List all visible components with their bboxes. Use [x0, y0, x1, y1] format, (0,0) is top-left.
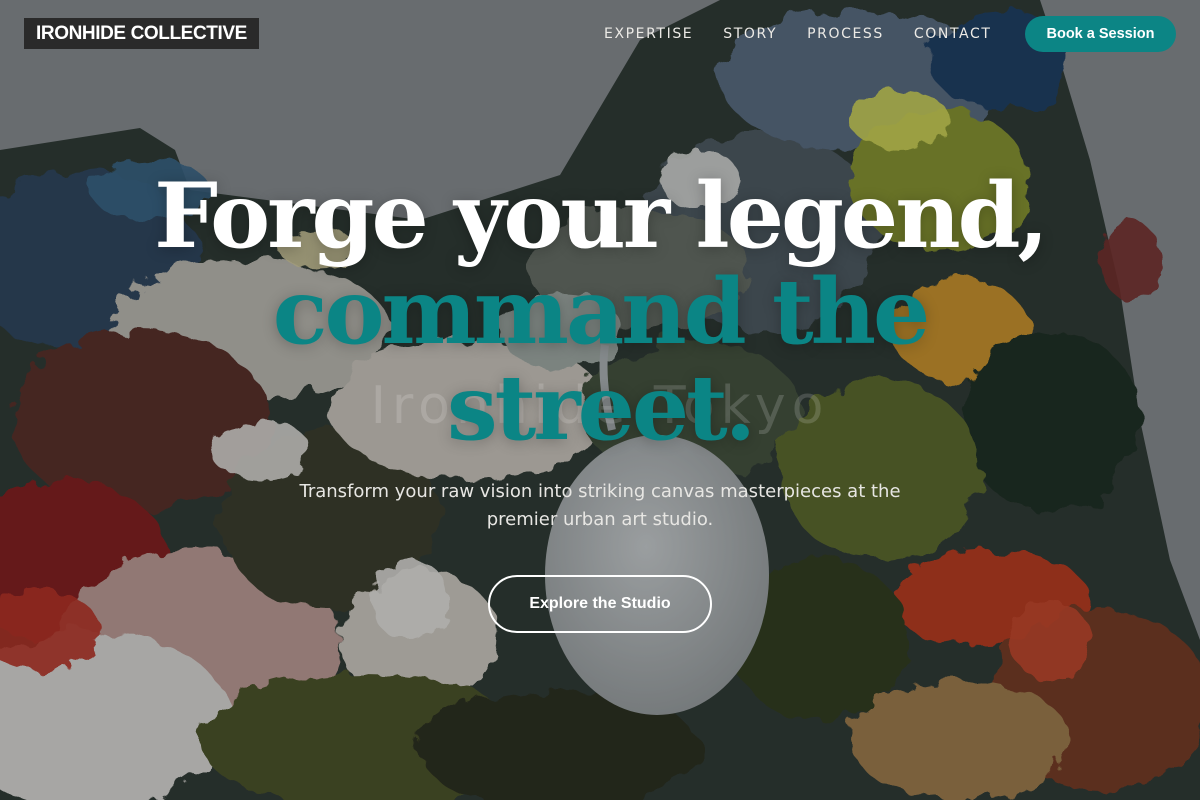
nav-link-process[interactable]: PROCESS	[807, 24, 884, 44]
nav-link-story[interactable]: STORY	[723, 24, 777, 44]
top-navigation: IRONHIDE COLLECTIVE EXPERTISE STORY PROC…	[0, 0, 1200, 68]
hero-headline: Forge your legend, command the street.	[0, 168, 1200, 456]
headline-line-1: Forge your legend,	[154, 163, 1049, 269]
brand-logo[interactable]: IRONHIDE COLLECTIVE	[24, 18, 259, 49]
book-session-button[interactable]: Book a Session	[1025, 16, 1176, 52]
hero-subtitle: Transform your raw vision into striking …	[299, 481, 901, 530]
headline-line-3: street.	[446, 355, 756, 461]
nav-link-contact[interactable]: CONTACT	[914, 24, 992, 44]
headline-line-2: command the	[272, 259, 931, 365]
explore-studio-button[interactable]: Explore the Studio	[488, 575, 712, 633]
nav-link-expertise[interactable]: EXPERTISE	[604, 24, 693, 44]
nav-links: EXPERTISE STORY PROCESS CONTACT	[604, 24, 991, 44]
hero-section: Ironhide Tokyo IRONHIDE COLLECTIVE EXPER…	[0, 0, 1200, 800]
